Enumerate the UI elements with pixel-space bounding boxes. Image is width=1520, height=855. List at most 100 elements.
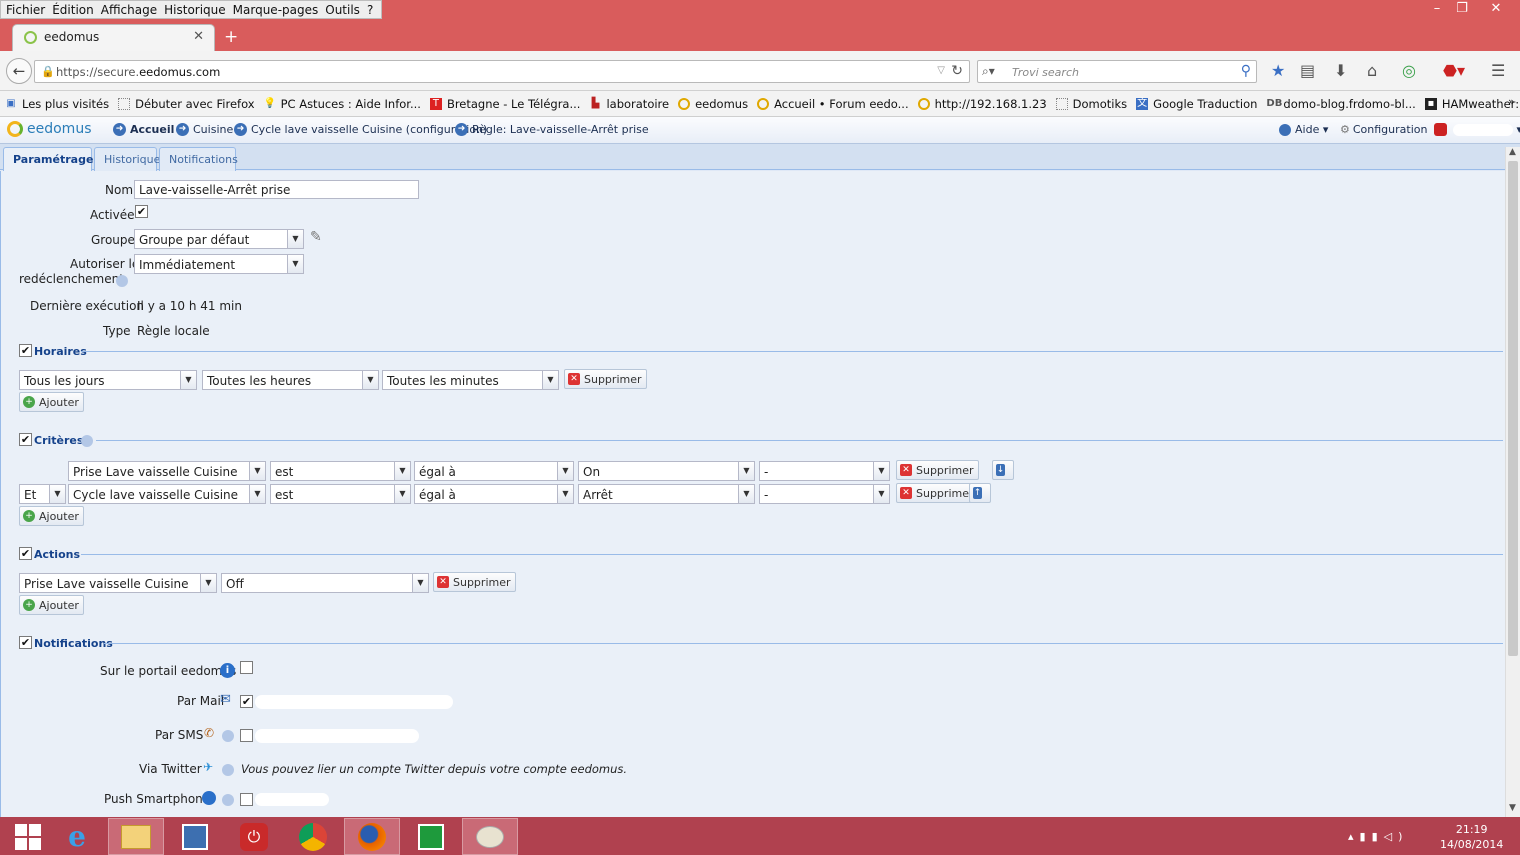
search-box[interactable]: ⌕▾ Trovi search ⚲ xyxy=(977,60,1257,83)
critere-extra-select[interactable]: - ▼ xyxy=(759,461,890,481)
info-icon[interactable] xyxy=(81,435,93,447)
redeclenchement-select[interactable]: Immédiatement ▼ xyxy=(134,254,304,274)
critere-value-select[interactable]: Arrêt ▼ xyxy=(578,484,755,504)
criteres-ajouter-button[interactable]: + Ajouter xyxy=(19,506,84,526)
search-engine-icon[interactable]: ⌕▾ xyxy=(982,64,995,79)
menu-outils[interactable]: Outils xyxy=(323,3,365,17)
move-up-button[interactable]: ↑ xyxy=(969,483,991,503)
critere-verb-select[interactable]: est ▼ xyxy=(270,461,411,481)
bookmark-item[interactable]: ▙ laboratoire xyxy=(589,97,670,111)
critere-device-select[interactable]: Prise Lave vaisselle Cuisine ▼ xyxy=(68,461,266,481)
browser-tab[interactable]: eedomus ✕ xyxy=(12,24,215,51)
minimize-button[interactable]: – xyxy=(1424,0,1450,18)
breadcrumb-device[interactable]: ➜ Cycle lave vaisselle Cuisine (configura… xyxy=(234,123,487,136)
critere-device-select[interactable]: Cycle lave vaisselle Cuisine ▼ xyxy=(68,484,266,504)
info-icon[interactable] xyxy=(222,794,234,806)
internet-explorer-icon[interactable]: e xyxy=(49,818,105,855)
search-go-icon[interactable]: ⚲ xyxy=(1241,63,1251,79)
configuration-menu[interactable]: ⚙ Configuration xyxy=(1340,123,1427,136)
reload-icon[interactable]: ↻ xyxy=(951,63,963,79)
notifications-checkbox[interactable]: ✔ xyxy=(19,636,32,649)
paint-icon[interactable] xyxy=(462,818,518,855)
menu-edition[interactable]: Édition xyxy=(50,3,99,17)
sms-checkbox[interactable] xyxy=(240,729,253,742)
breadcrumb-cuisine[interactable]: ➜ Cuisine xyxy=(176,123,233,136)
horaires-ajouter-button[interactable]: + Ajouter xyxy=(19,392,84,412)
breadcrumb-accueil[interactable]: ➜ Accueil xyxy=(113,123,174,136)
scroll-thumb[interactable] xyxy=(1508,161,1518,656)
horaires-checkbox[interactable]: ✔ xyxy=(19,344,32,357)
portail-checkbox[interactable] xyxy=(240,661,253,674)
move-down-button[interactable]: ↓ xyxy=(992,460,1014,480)
edit-pencil-icon[interactable]: ✎ xyxy=(310,229,322,245)
bookmark-item[interactable]: ▪HAMweather: Aeris AP... xyxy=(1424,97,1520,111)
menu-affichage[interactable]: Affichage xyxy=(99,3,162,17)
groupe-select[interactable]: Groupe par défaut ▼ xyxy=(134,229,304,249)
info-icon[interactable] xyxy=(116,275,128,287)
bookmark-item[interactable]: ▣ Les plus visités xyxy=(5,97,109,111)
action-value-select[interactable]: Off ▼ xyxy=(221,573,429,593)
activee-checkbox[interactable]: ✔ xyxy=(135,205,148,218)
taskbar-clock[interactable]: 21:19 14/08/2014 xyxy=(1440,822,1503,852)
user-menu[interactable]: ▾ xyxy=(1434,123,1520,136)
home-icon[interactable]: ⌂ xyxy=(1367,61,1377,80)
minutes-select[interactable]: Toutes les minutes ▼ xyxy=(382,370,559,390)
bookmark-item[interactable]: DB domo-blog.frdomo-bl... xyxy=(1266,97,1415,111)
close-tab-icon[interactable]: ✕ xyxy=(193,29,204,44)
menu-historique[interactable]: Historique xyxy=(162,3,231,17)
vertical-scrollbar[interactable]: ▲ ▼ xyxy=(1505,147,1520,817)
criteres-checkbox[interactable]: ✔ xyxy=(19,433,32,446)
shutdown-icon[interactable]: ⏻ xyxy=(226,818,282,855)
critere-comparator-select[interactable]: égal à ▼ xyxy=(414,461,574,481)
back-button[interactable]: ← xyxy=(6,58,32,84)
sync-icon[interactable]: ◎ xyxy=(1402,61,1416,80)
horaires-supprimer-button[interactable]: ✕ Supprimer xyxy=(564,369,647,389)
store-icon[interactable] xyxy=(403,818,459,855)
tab-historique[interactable]: Historique xyxy=(94,147,160,171)
firefox-icon[interactable] xyxy=(344,818,400,855)
jours-select[interactable]: Tous les jours ▼ xyxy=(19,370,197,390)
scroll-down-icon[interactable]: ▼ xyxy=(1509,803,1516,813)
mail-checkbox[interactable]: ✔ xyxy=(240,695,253,708)
bookmark-item[interactable]: 文 Google Traduction xyxy=(1136,97,1257,111)
chrome-icon[interactable] xyxy=(285,818,341,855)
file-explorer-icon[interactable] xyxy=(108,818,164,855)
actions-ajouter-button[interactable]: + Ajouter xyxy=(19,595,84,615)
bookmarks-menu-icon[interactable]: ▤ xyxy=(1300,61,1315,80)
breadcrumb-rule[interactable]: ➜ Règle: Lave-vaisselle-Arrêt prise xyxy=(455,123,649,136)
critere-supprimer-button[interactable]: ✕ Supprimer xyxy=(896,483,979,503)
menu-help[interactable]: ? xyxy=(365,3,378,17)
hamburger-menu-icon[interactable]: ☰ xyxy=(1491,61,1505,80)
menu-marque-pages[interactable]: Marque-pages xyxy=(231,3,324,17)
bookmark-item[interactable]: eedomus xyxy=(678,97,748,111)
adblock-icon[interactable]: ⬣▾ xyxy=(1443,61,1465,80)
tab-notifications[interactable]: Notifications xyxy=(159,147,238,171)
eedomus-logo[interactable]: eedomus xyxy=(7,121,91,137)
start-button[interactable] xyxy=(0,818,56,855)
actions-checkbox[interactable]: ✔ xyxy=(19,547,32,560)
heures-select[interactable]: Toutes les heures ▼ xyxy=(202,370,379,390)
close-window-button[interactable]: ✕ xyxy=(1483,0,1509,18)
bookmark-item[interactable]: Domotiks xyxy=(1055,97,1127,111)
restore-button[interactable]: ❐ xyxy=(1449,0,1475,18)
bookmark-item[interactable]: http://192.168.1.23 xyxy=(917,97,1047,111)
downloads-icon[interactable]: ⬇ xyxy=(1334,61,1347,80)
help-menu[interactable]: Aide ▾ xyxy=(1279,123,1328,136)
bookmark-star-icon[interactable]: ★ xyxy=(1271,61,1285,80)
nom-input[interactable]: Lave-vaisselle-Arrêt prise xyxy=(134,180,419,199)
action-supprimer-button[interactable]: ✕ Supprimer xyxy=(433,572,516,592)
info-icon[interactable] xyxy=(222,730,234,742)
control-panel-icon[interactable] xyxy=(167,818,223,855)
critere-operator-select[interactable]: Et ▼ xyxy=(19,484,66,504)
critere-extra-select[interactable]: - ▼ xyxy=(759,484,890,504)
action-device-select[interactable]: Prise Lave vaisselle Cuisine ▼ xyxy=(19,573,217,593)
info-icon[interactable] xyxy=(222,764,234,776)
push-checkbox[interactable] xyxy=(240,793,253,806)
critere-value-select[interactable]: On ▼ xyxy=(578,461,755,481)
scroll-up-icon[interactable]: ▲ xyxy=(1509,147,1516,157)
bookmark-item[interactable]: 💡 PC Astuces : Aide Infor... xyxy=(264,97,421,111)
url-bar[interactable]: 🔒 https://secure.eedomus.com ▽ ↻ xyxy=(34,60,970,83)
new-tab-button[interactable]: + xyxy=(224,27,238,47)
critere-comparator-select[interactable]: égal à ▼ xyxy=(414,484,574,504)
menu-fichier[interactable]: Fichier xyxy=(4,3,50,17)
